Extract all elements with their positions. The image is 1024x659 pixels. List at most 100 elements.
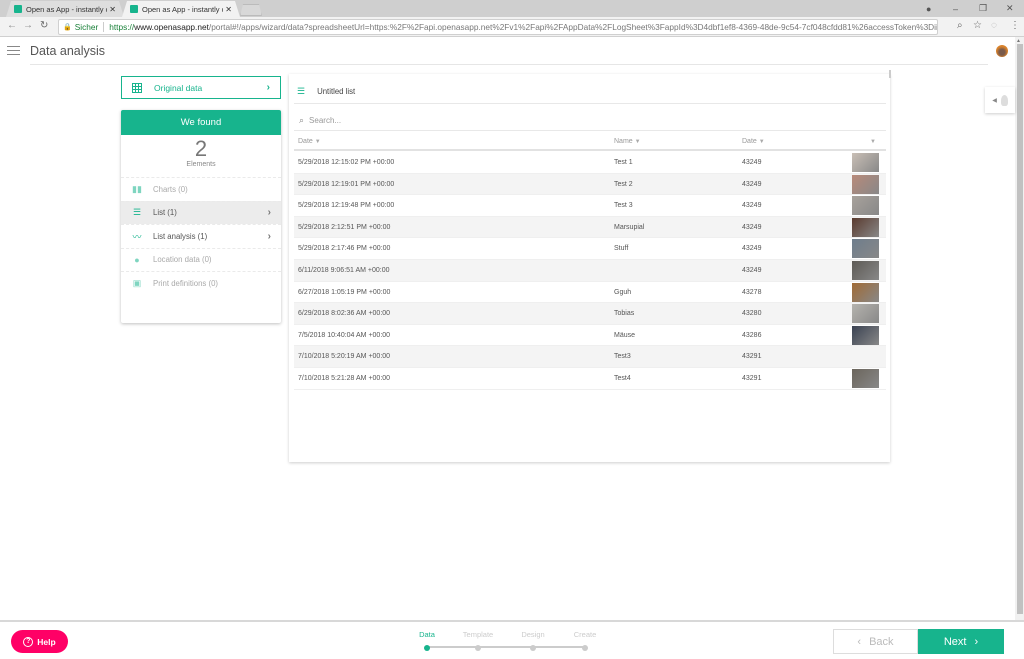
close-window-icon[interactable]: ✕: [1006, 0, 1014, 17]
number-cell: 43249: [742, 202, 762, 210]
search-placeholder: Search...: [309, 115, 342, 125]
avatar[interactable]: [996, 45, 1008, 57]
list-header: ☰ Untitled list: [294, 79, 886, 104]
name-cell: Test4: [614, 374, 631, 382]
back-arrow-icon[interactable]: ←: [7, 20, 17, 31]
lock-icon: 🔒: [63, 24, 72, 31]
page-title: Data analysis: [30, 44, 106, 58]
filter-icon[interactable]: ▼: [759, 139, 765, 145]
tips-panel-toggle[interactable]: ◀: [985, 87, 1015, 113]
list-icon: ☰: [297, 85, 306, 96]
zoom-icon[interactable]: ⌕: [957, 20, 963, 31]
name-cell: Test 1: [614, 159, 633, 166]
date-cell: 5/29/2018 12:19:48 PM +00:00: [298, 202, 395, 210]
sidebar-item-print-definitions[interactable]: ▣ Print definitions (0): [121, 271, 281, 295]
table-row[interactable]: 5/29/2018 12:19:48 PM +00:00 Test 3 43249: [294, 195, 886, 217]
table-header: Date ▼ Name ▼ Date ▼ ▼: [294, 133, 886, 151]
chevron-left-icon: ‹: [857, 635, 862, 648]
forward-arrow-icon[interactable]: →: [23, 20, 33, 31]
back-button[interactable]: ‹ Back: [833, 629, 918, 654]
chevron-right-icon: ›: [266, 82, 270, 93]
printer-icon: ▣: [132, 277, 142, 288]
table-row[interactable]: 5/29/2018 12:19:01 PM +00:00 Test 2 43249: [294, 173, 886, 196]
step-label: Template: [462, 630, 494, 639]
number-cell: 43278: [742, 288, 762, 296]
bar-chart-icon: ▮▮: [132, 183, 142, 194]
column-header-date-2[interactable]: Date ▼: [742, 138, 765, 145]
table-row[interactable]: 5/29/2018 2:12:51 PM +00:00 Marsupial 4324…: [294, 216, 886, 239]
number-cell: 43286: [742, 331, 762, 339]
step-label: Data: [419, 630, 435, 639]
number-cell: 43291: [742, 374, 762, 382]
step-create[interactable]: Create: [565, 630, 605, 651]
number-cell: 43249: [742, 159, 762, 166]
date-cell: 7/10/2018 5:21:28 AM +00:00: [298, 374, 391, 382]
table-row[interactable]: 6/27/2018 1:05:19 PM +00:00 Gguh 43278: [294, 282, 886, 304]
found-elements-card: We found 2 Elements ▮▮ Charts (0) ☰ List…: [121, 110, 281, 323]
close-tab-icon[interactable]: ✕: [109, 5, 116, 14]
reload-icon[interactable]: ↻: [40, 20, 48, 31]
image-thumbnail: [852, 196, 879, 216]
name-cell: Gguh: [614, 288, 632, 296]
minimize-icon[interactable]: –: [953, 0, 958, 17]
table-row[interactable]: 6/11/2018 9:06:51 AM +00:00 43249: [294, 259, 886, 282]
table-row[interactable]: 7/5/2018 10:40:04 AM +00:00 Mäuse 43286: [294, 325, 886, 347]
chevron-right-icon: ›: [974, 635, 979, 648]
next-button[interactable]: Next ›: [918, 629, 1004, 654]
extension-icon[interactable]: ◌: [991, 20, 997, 31]
elements-count-label: Elements: [186, 161, 216, 168]
new-tab-button[interactable]: [240, 4, 262, 16]
table-row[interactable]: 5/29/2018 2:17:46 PM +00:00 Stuff 43249: [294, 238, 886, 260]
search-icon: ⌕: [299, 114, 305, 125]
help-button[interactable]: ? Help: [11, 630, 68, 653]
number-cell: 43280: [742, 310, 762, 318]
hamburger-menu-icon[interactable]: [7, 46, 20, 55]
step-design[interactable]: Design: [513, 630, 553, 651]
date-cell: 5/29/2018 2:17:46 PM +00:00: [298, 245, 391, 253]
table-row[interactable]: 5/29/2018 12:15:02 PM +00:00 Test 1 43249: [294, 152, 886, 174]
sidebar-item-list[interactable]: ☰ List (1) ›: [121, 200, 281, 224]
filter-icon[interactable]: ▼: [315, 139, 321, 145]
filter-icon[interactable]: ▼: [635, 139, 641, 145]
step-label: Create: [573, 630, 597, 639]
browser-tab-active[interactable]: Open as App - instantly c ✕: [122, 1, 240, 17]
search-input[interactable]: ⌕ Search...: [294, 110, 886, 131]
column-header-name[interactable]: Name ▼: [614, 138, 641, 145]
bookmark-star-icon[interactable]: ☆: [973, 20, 982, 31]
scroll-up-icon[interactable]: ▲: [1016, 38, 1021, 44]
close-tab-icon[interactable]: ✕: [225, 5, 232, 14]
column-header-more[interactable]: ▼: [870, 138, 876, 145]
browser-tab[interactable]: Open as App - instantly c ✕: [6, 1, 124, 17]
original-data-button[interactable]: Original data ›: [121, 76, 281, 99]
name-cell: Marsupial: [614, 223, 645, 231]
maximize-icon[interactable]: ❐: [979, 0, 987, 17]
column-label: Date: [742, 138, 757, 145]
table-row[interactable]: 7/10/2018 5:21:28 AM +00:00 Test4 43291: [294, 368, 886, 390]
app-header: Data analysis: [0, 37, 1024, 65]
found-header: We found: [121, 110, 281, 135]
elements-count: 2: [194, 136, 208, 161]
table-row[interactable]: 7/10/2018 5:20:19 AM +00:00 Test3 43291: [294, 346, 886, 368]
step-template[interactable]: Template: [458, 630, 498, 651]
table-row[interactable]: 6/29/2018 8:02:36 AM +00:00 Tobias 43280: [294, 303, 886, 325]
image-thumbnail: [852, 260, 879, 280]
name-cell: Test3: [614, 353, 631, 361]
profile-icon[interactable]: ●: [926, 0, 931, 17]
chevron-right-icon: ›: [267, 207, 271, 219]
column-header-date[interactable]: Date ▼: [298, 138, 321, 145]
date-cell: 5/29/2018 2:12:51 PM +00:00: [298, 223, 391, 231]
back-label: Back: [869, 635, 894, 648]
secure-label: Sicher: [75, 22, 105, 32]
date-cell: 7/5/2018 10:40:04 AM +00:00: [298, 331, 391, 339]
address-bar[interactable]: 🔒 Sicher https://www.openasapp.net/porta…: [58, 19, 938, 35]
date-cell: 5/29/2018 12:19:01 PM +00:00: [298, 180, 395, 188]
filter-icon[interactable]: ▼: [870, 139, 876, 145]
sidebar-item-location-data[interactable]: ● Location data (0): [121, 247, 281, 272]
step-data[interactable]: Data: [407, 630, 447, 651]
menu-dots-icon[interactable]: ⋮: [1010, 20, 1020, 31]
sidebar-item-charts[interactable]: ▮▮ Charts (0): [121, 177, 281, 201]
list-scrollbar[interactable]: [889, 70, 891, 78]
step-label: Design: [521, 630, 545, 639]
page-scrollbar-thumb[interactable]: [1017, 44, 1023, 614]
sidebar-item-list-analysis[interactable]: 〰 List analysis (1) ›: [121, 224, 281, 248]
